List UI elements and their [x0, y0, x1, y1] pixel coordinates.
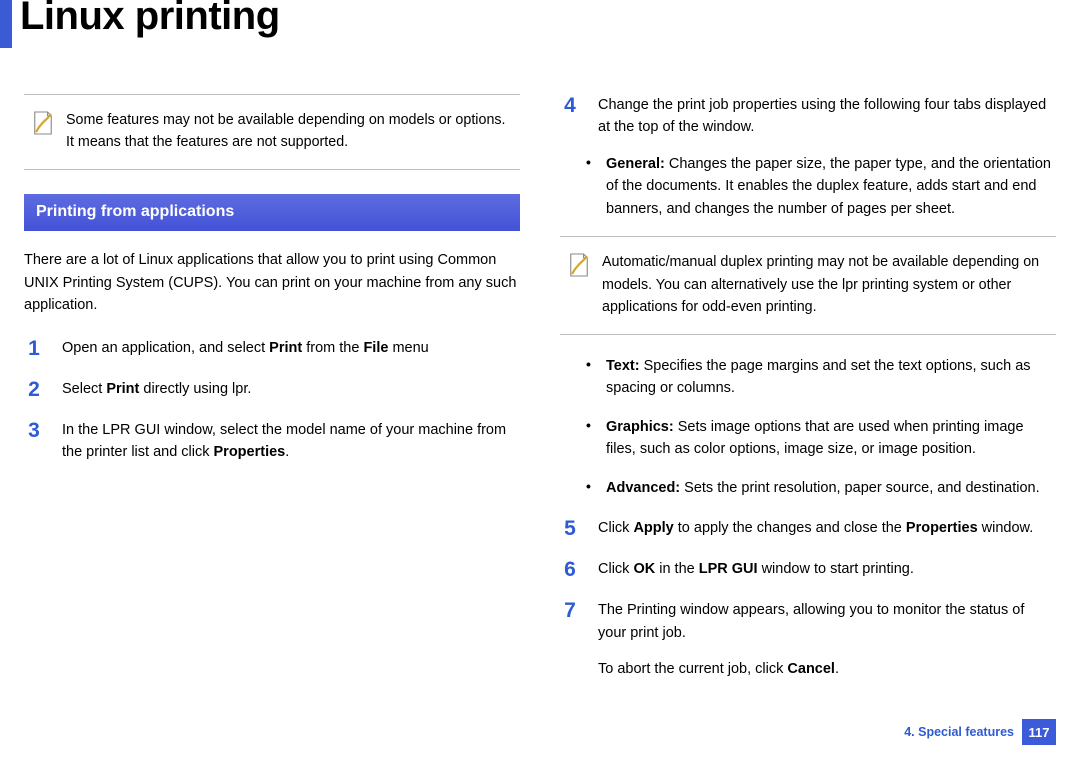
- step-text: Click OK in the LPR GUI window to start …: [598, 558, 1056, 580]
- step-number: 3: [24, 419, 44, 442]
- document-page: Linux printing Some features may not be …: [0, 0, 1080, 763]
- bullet-dot-icon: •: [586, 416, 592, 436]
- step4-bullets-rest: • Text: Specifies the page margins and s…: [560, 355, 1056, 499]
- header-accent-bar: [0, 0, 12, 48]
- step-1: 1 Open an application, and select Print …: [24, 337, 520, 360]
- page-title: Linux printing: [20, 0, 280, 39]
- step-7: 7 The Printing window appears, allowing …: [560, 599, 1056, 644]
- step-number: 1: [24, 337, 44, 360]
- page-footer: 4. Special features 117: [904, 719, 1056, 745]
- note-icon: [568, 251, 590, 279]
- step-text: Open an application, and select Print fr…: [62, 337, 520, 359]
- step-4: 4 Change the print job properties using …: [560, 94, 1056, 139]
- step4-bullets-top: • General: Changes the paper size, the p…: [560, 153, 1056, 220]
- note-box: Some features may not be available depen…: [24, 94, 520, 170]
- footer-page-number: 117: [1022, 719, 1056, 745]
- note-icon: [32, 109, 54, 137]
- step-number: 6: [560, 558, 580, 581]
- bullet-text: Text: Specifies the page margins and set…: [606, 355, 1056, 400]
- section-heading: Printing from applications: [24, 194, 520, 231]
- step-number: 5: [560, 517, 580, 540]
- step-number: 2: [24, 378, 44, 401]
- left-steps: 1 Open an application, and select Print …: [24, 337, 520, 464]
- footer-chapter: 4. Special features: [904, 725, 1014, 739]
- bullet-text: Advanced: Sets the print resolution, pap…: [606, 477, 1056, 499]
- bullet-text: Graphics: Sets image options that are us…: [606, 416, 1056, 461]
- bullet-text: General: Changes the paper size, the pap…: [606, 153, 1056, 220]
- left-column: Some features may not be available depen…: [24, 94, 520, 701]
- bullet-text-tab: • Text: Specifies the page margins and s…: [560, 355, 1056, 400]
- step-text: In the LPR GUI window, select the model …: [62, 419, 520, 464]
- step-text: Select Print directly using lpr.: [62, 378, 520, 400]
- step-text: Change the print job properties using th…: [598, 94, 1056, 139]
- step-6: 6 Click OK in the LPR GUI window to star…: [560, 558, 1056, 581]
- page-header: Linux printing: [0, 0, 1080, 48]
- right-column: 4 Change the print job properties using …: [560, 94, 1056, 701]
- note-box: Automatic/manual duplex printing may not…: [560, 236, 1056, 334]
- tail-paragraph: To abort the current job, click Cancel.: [560, 658, 1056, 680]
- step-text: The Printing window appears, allowing yo…: [598, 599, 1056, 644]
- step-text: Click Apply to apply the changes and clo…: [598, 517, 1056, 539]
- note-text: Automatic/manual duplex printing may not…: [602, 251, 1048, 317]
- note-text: Some features may not be available depen…: [66, 109, 512, 153]
- step-5: 5 Click Apply to apply the changes and c…: [560, 517, 1056, 540]
- step-3: 3 In the LPR GUI window, select the mode…: [24, 419, 520, 464]
- step-2: 2 Select Print directly using lpr.: [24, 378, 520, 401]
- step-number: 4: [560, 94, 580, 117]
- bullet-dot-icon: •: [586, 355, 592, 375]
- bullet-general: • General: Changes the paper size, the p…: [560, 153, 1056, 220]
- step-number: 7: [560, 599, 580, 622]
- two-column-layout: Some features may not be available depen…: [0, 94, 1080, 701]
- bullet-advanced: • Advanced: Sets the print resolution, p…: [560, 477, 1056, 499]
- intro-paragraph: There are a lot of Linux applications th…: [24, 249, 520, 316]
- right-steps: 5 Click Apply to apply the changes and c…: [560, 517, 1056, 644]
- bullet-graphics: • Graphics: Sets image options that are …: [560, 416, 1056, 461]
- bullet-dot-icon: •: [586, 153, 592, 173]
- bullet-dot-icon: •: [586, 477, 592, 497]
